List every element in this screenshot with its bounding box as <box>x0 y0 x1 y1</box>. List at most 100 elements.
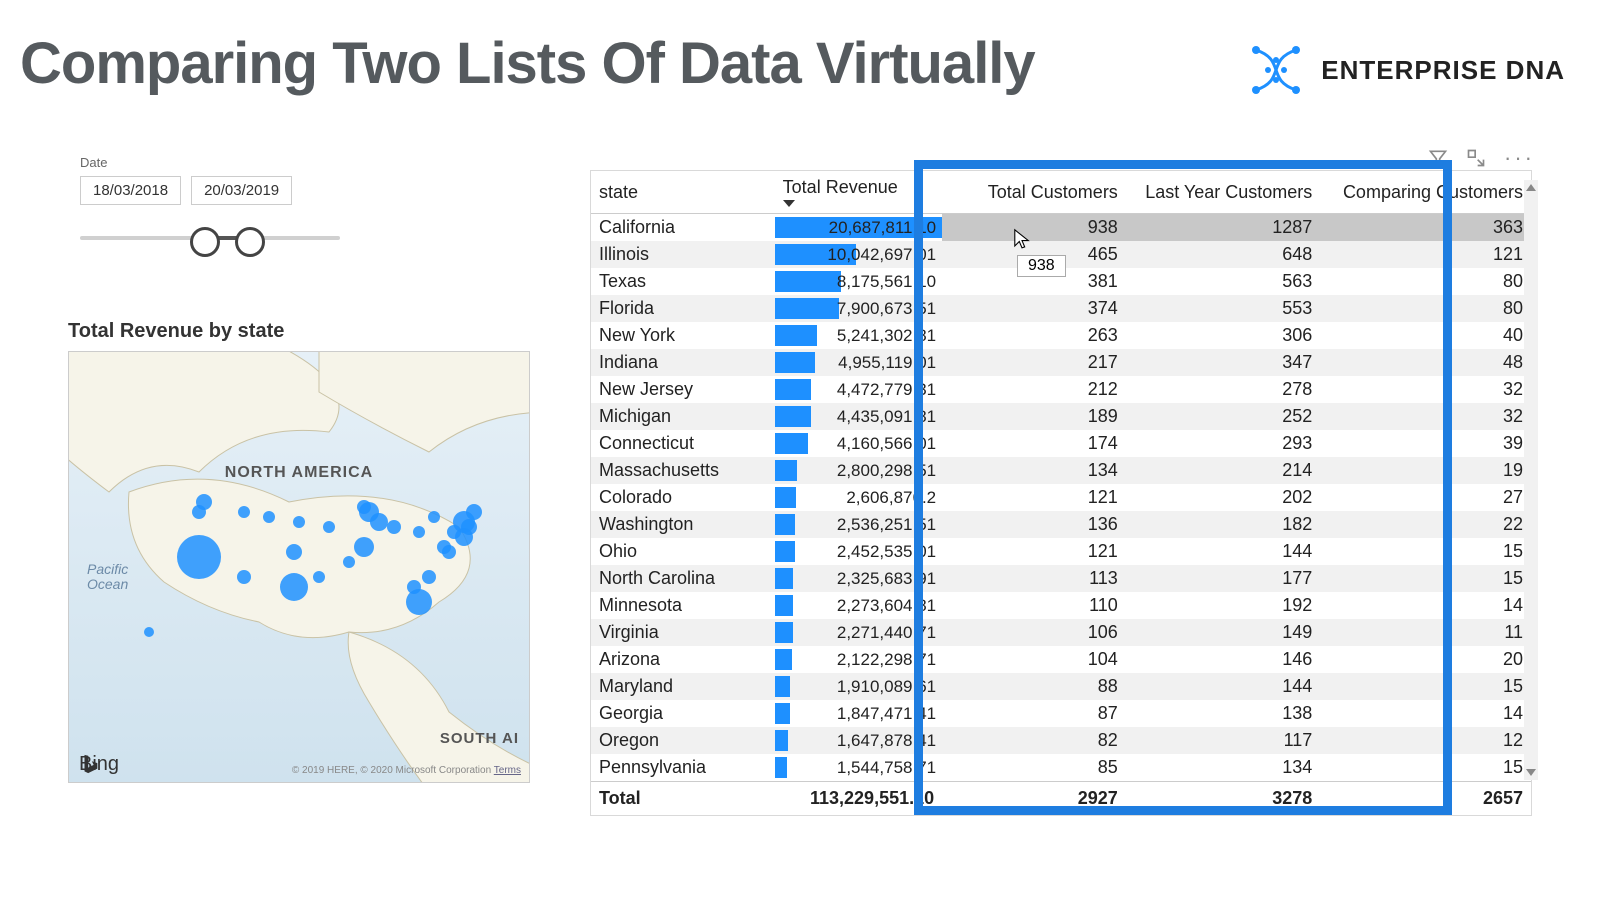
slider-thumb-start[interactable] <box>190 227 220 257</box>
table-row[interactable]: Colorado2,606,876.212120227 <box>591 484 1531 511</box>
map-bubble[interactable] <box>237 570 251 584</box>
map-bubble[interactable] <box>407 580 421 594</box>
map-bubble[interactable] <box>280 573 308 601</box>
table-row[interactable]: Indiana4,955,119.0121734748 <box>591 349 1531 376</box>
cell-revenue: 2,452,535.01 <box>775 538 942 565</box>
map-bubble[interactable] <box>354 537 374 557</box>
cell-total-customers: 134 <box>942 457 1126 484</box>
table-row[interactable]: Arizona2,122,298.7110414620 <box>591 646 1531 673</box>
cell-revenue: 8,175,561.10 <box>775 268 942 295</box>
col-state[interactable]: state <box>591 171 775 214</box>
table-header-row[interactable]: state Total Revenue Total Customers Last… <box>591 171 1531 214</box>
cell-comparing-customers: 27 <box>1320 484 1531 511</box>
table-row[interactable]: Oregon1,647,878.418211712 <box>591 727 1531 754</box>
cell-state: Virginia <box>591 619 775 646</box>
cell-comparing-customers: 15 <box>1320 754 1531 782</box>
cell-revenue: 7,900,673.51 <box>775 295 942 322</box>
map-bubble[interactable] <box>144 627 154 637</box>
table-row[interactable]: Georgia1,847,471.418713814 <box>591 700 1531 727</box>
map-bubble[interactable] <box>422 570 436 584</box>
cell-last-year-customers: 138 <box>1126 700 1320 727</box>
map-copyright: © 2019 HERE, © 2020 Microsoft Corporatio… <box>292 765 521 776</box>
date-slider[interactable] <box>80 223 340 253</box>
slider-thumb-end[interactable] <box>235 227 265 257</box>
table-row[interactable]: Pennsylvania1,544,758.718513415 <box>591 754 1531 782</box>
cell-state: Minnesota <box>591 592 775 619</box>
cell-comparing-customers: 15 <box>1320 673 1531 700</box>
cell-revenue: 2,273,604.81 <box>775 592 942 619</box>
cell-state: New Jersey <box>591 376 775 403</box>
col-total-revenue[interactable]: Total Revenue <box>775 171 942 214</box>
table-row[interactable]: Florida7,900,673.5137455380 <box>591 295 1531 322</box>
cell-total-customers: 263 <box>942 322 1126 349</box>
cell-last-year-customers: 134 <box>1126 754 1320 782</box>
date-to[interactable]: 20/03/2019 <box>191 176 292 205</box>
cell-last-year-customers: 252 <box>1126 403 1320 430</box>
cell-state: California <box>591 214 775 242</box>
table-row[interactable]: Virginia2,271,440.7110614911 <box>591 619 1531 646</box>
map-bubble[interactable] <box>177 535 221 579</box>
map-visual[interactable]: Total Revenue by state NORTH AMERICA SOU… <box>68 320 528 783</box>
map-terms-link[interactable]: Terms <box>494 765 521 776</box>
cell-comparing-customers: 15 <box>1320 565 1531 592</box>
map-bubble[interactable] <box>293 516 305 528</box>
table-row[interactable]: Ohio2,452,535.0112114415 <box>591 538 1531 565</box>
map-bubble[interactable] <box>447 525 461 539</box>
map-bubble[interactable] <box>442 545 456 559</box>
table-scrollbar[interactable] <box>1524 180 1538 780</box>
table-row[interactable]: Minnesota2,273,604.8111019214 <box>591 592 1531 619</box>
cell-last-year-customers: 293 <box>1126 430 1320 457</box>
cell-total-customers: 106 <box>942 619 1126 646</box>
date-from[interactable]: 18/03/2018 <box>80 176 181 205</box>
table-row[interactable]: Connecticut4,160,566.0117429339 <box>591 430 1531 457</box>
map-bubble[interactable] <box>343 556 355 568</box>
cell-total-customers: 121 <box>942 484 1126 511</box>
table-row[interactable]: New Jersey4,472,779.3121227832 <box>591 376 1531 403</box>
cell-total-customers: 121 <box>942 538 1126 565</box>
map-canvas[interactable] <box>69 352 529 782</box>
col-total-customers[interactable]: Total Customers <box>942 171 1126 214</box>
map-label-south-america: SOUTH AI <box>440 730 519 747</box>
map-bubble[interactable] <box>461 519 477 535</box>
map-title: Total Revenue by state <box>68 320 528 343</box>
cell-total-customers: 85 <box>942 754 1126 782</box>
cell-comparing-customers: 20 <box>1320 646 1531 673</box>
map-bubble[interactable] <box>413 526 425 538</box>
table-row[interactable]: Michigan4,435,091.8118925232 <box>591 403 1531 430</box>
cell-revenue: 1,847,471.41 <box>775 700 942 727</box>
cell-last-year-customers: 146 <box>1126 646 1320 673</box>
table-row[interactable]: Massachusetts2,800,298.5113421419 <box>591 457 1531 484</box>
table-row[interactable]: Maryland1,910,089.618814415 <box>591 673 1531 700</box>
cell-revenue: 4,955,119.01 <box>775 349 942 376</box>
map-bubble[interactable] <box>428 511 440 523</box>
cell-comparing-customers: 19 <box>1320 457 1531 484</box>
cell-revenue: 2,271,440.71 <box>775 619 942 646</box>
col-last-year-customers[interactable]: Last Year Customers <box>1126 171 1320 214</box>
map-bubble[interactable] <box>286 544 302 560</box>
map-bubble[interactable] <box>323 521 335 533</box>
map-bubble[interactable] <box>192 505 206 519</box>
cell-revenue: 4,472,779.31 <box>775 376 942 403</box>
map-bubble[interactable] <box>357 500 371 514</box>
table-row[interactable]: Washington2,536,251.5113618222 <box>591 511 1531 538</box>
table-row[interactable]: New York5,241,302.8126330640 <box>591 322 1531 349</box>
map-bubble[interactable] <box>466 504 482 520</box>
map-bubble[interactable] <box>387 520 401 534</box>
col-comparing-customers[interactable]: Comparing Customers <box>1320 171 1531 214</box>
cell-revenue: 2,800,298.51 <box>775 457 942 484</box>
map-bubble[interactable] <box>406 589 432 615</box>
table-row[interactable]: North Carolina2,325,683.9111317715 <box>591 565 1531 592</box>
map-bubble[interactable] <box>263 511 275 523</box>
cell-state: Pennsylvania <box>591 754 775 782</box>
map-bubble[interactable] <box>313 571 325 583</box>
cell-total-customers: 87 <box>942 700 1126 727</box>
table-row[interactable]: California20,687,811.109381287363 <box>591 214 1531 242</box>
cell-comparing-customers: 40 <box>1320 322 1531 349</box>
cell-state: Florida <box>591 295 775 322</box>
map-bubble[interactable] <box>370 513 388 531</box>
cell-state: Illinois <box>591 241 775 268</box>
date-slicer[interactable]: Date 18/03/2018 20/03/2019 <box>80 155 340 253</box>
cell-last-year-customers: 648 <box>1126 241 1320 268</box>
cell-last-year-customers: 192 <box>1126 592 1320 619</box>
map-bubble[interactable] <box>238 506 250 518</box>
